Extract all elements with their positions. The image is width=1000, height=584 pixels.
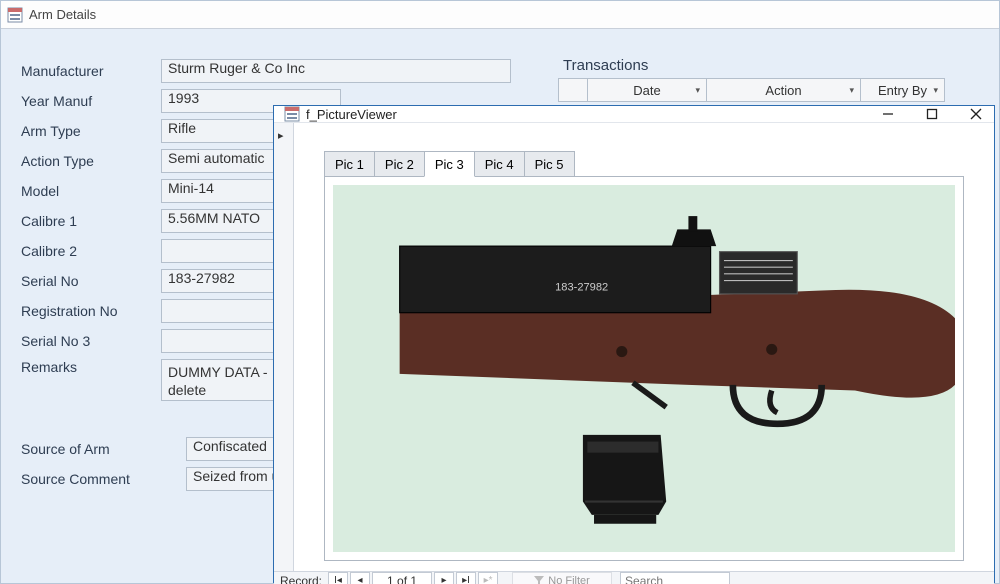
tab-pic-5[interactable]: Pic 5 — [524, 151, 575, 177]
search-box[interactable]: Search — [620, 572, 730, 584]
funnel-icon — [534, 576, 544, 584]
app-titlebar: Arm Details — [1, 1, 999, 29]
picture-viewer-titlebar[interactable]: f_PictureViewer — [274, 106, 994, 123]
form-icon — [284, 106, 300, 122]
nav-next-button[interactable]: ▸ — [434, 572, 454, 584]
tab-pic-1[interactable]: Pic 1 — [324, 151, 375, 177]
firearm-image: 183-27982 — [333, 185, 955, 552]
transactions-title: Transactions — [559, 57, 945, 74]
arm-details-window: Arm Details Manufacturer Sturm Ruger & C… — [0, 0, 1000, 584]
label-arm-type: Arm Type — [21, 123, 161, 139]
transactions-col-entry-by[interactable]: Entry By▾ — [860, 78, 945, 102]
chevron-down-icon[interactable]: ▾ — [933, 85, 938, 96]
label-manufacturer: Manufacturer — [21, 63, 161, 79]
transactions-section: Transactions Date▾ Action▾ Entry By▾ — [559, 57, 945, 102]
label-source-of-arm: Source of Arm — [21, 441, 186, 457]
form-icon — [7, 7, 23, 23]
label-source-comment: Source Comment — [21, 471, 186, 487]
tab-pic-3[interactable]: Pic 3 — [424, 151, 475, 177]
tab-pic-4[interactable]: Pic 4 — [474, 151, 525, 177]
label-action-type: Action Type — [21, 153, 161, 169]
label-model: Model — [21, 183, 161, 199]
label-calibre-2: Calibre 2 — [21, 243, 161, 259]
label-calibre-1: Calibre 1 — [21, 213, 161, 229]
transactions-row-selector[interactable] — [558, 78, 588, 102]
minimize-button[interactable] — [880, 106, 896, 122]
record-selector-bar[interactable] — [274, 123, 294, 571]
chevron-down-icon[interactable]: ▾ — [849, 85, 854, 96]
svg-text:183-27982: 183-27982 — [555, 282, 608, 294]
picture-tab-content: 183-27982 — [324, 176, 964, 561]
record-label: Record: — [280, 574, 322, 584]
app-title: Arm Details — [29, 7, 96, 22]
nav-last-button[interactable]: ▸I — [456, 572, 476, 584]
transactions-col-action[interactable]: Action▾ — [706, 78, 861, 102]
chevron-down-icon[interactable]: ▾ — [695, 85, 700, 96]
transactions-header: Date▾ Action▾ Entry By▾ — [559, 78, 945, 102]
transactions-col-date[interactable]: Date▾ — [587, 78, 707, 102]
nav-first-button[interactable]: I◂ — [328, 572, 348, 584]
picture-tabs: Pic 1 Pic 2 Pic 3 Pic 4 Pic 5 — [324, 151, 964, 177]
no-filter-indicator[interactable]: No Filter — [512, 572, 612, 584]
record-position[interactable]: 1 of 1 — [372, 572, 432, 584]
label-year-manuf: Year Manuf — [21, 93, 161, 109]
record-navigation-bar: Record: I◂ ◂ 1 of 1 ▸ ▸I ▸* No Filter Se… — [274, 571, 994, 584]
input-manufacturer[interactable]: Sturm Ruger & Co Inc — [161, 59, 511, 83]
label-serial-no-3: Serial No 3 — [21, 333, 161, 349]
label-registration-no: Registration No — [21, 303, 161, 319]
label-serial-no: Serial No — [21, 273, 161, 289]
close-button[interactable] — [968, 106, 984, 122]
tab-pic-2[interactable]: Pic 2 — [374, 151, 425, 177]
label-remarks: Remarks — [21, 359, 161, 375]
picture-viewer-title: f_PictureViewer — [306, 107, 397, 122]
nav-prev-button[interactable]: ◂ — [350, 572, 370, 584]
nav-new-button[interactable]: ▸* — [478, 572, 498, 584]
maximize-button[interactable] — [924, 106, 940, 122]
picture-viewer-window: f_PictureViewer Pic 1 Pic 2 Pic 3 Pic 4 … — [273, 105, 995, 583]
